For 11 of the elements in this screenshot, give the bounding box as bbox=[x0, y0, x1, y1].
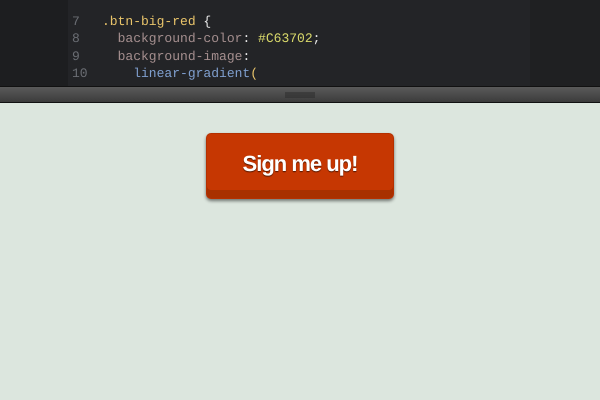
line-number: 10 bbox=[71, 65, 89, 82]
line-number: 9 bbox=[71, 48, 81, 65]
code-line: .btn-big-red { bbox=[101, 12, 212, 30]
code-line: linear-gradient( bbox=[132, 65, 258, 82]
sign-up-button[interactable]: Sign me up! bbox=[206, 133, 394, 199]
line-number: 8 bbox=[71, 30, 81, 48]
code-line: background-color: #C63702; bbox=[116, 30, 320, 48]
code-line: background-image: bbox=[116, 48, 250, 65]
splitter-bar[interactable] bbox=[0, 86, 600, 103]
grip-icon[interactable] bbox=[285, 92, 315, 98]
line-number: 7 bbox=[71, 12, 81, 30]
